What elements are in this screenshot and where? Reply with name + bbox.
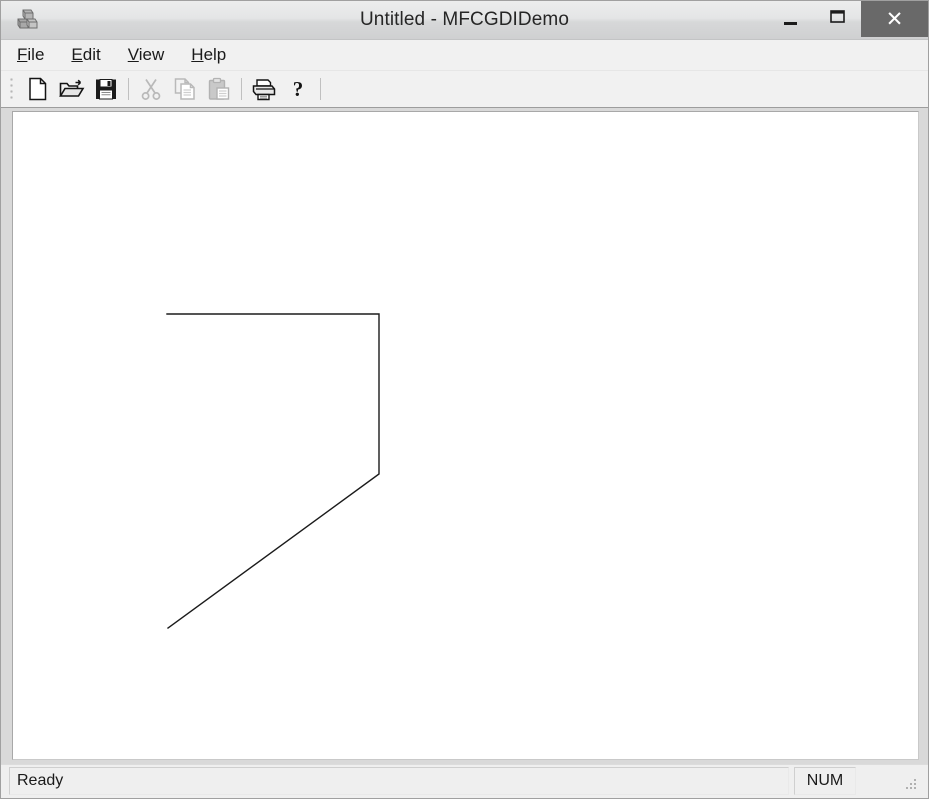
toolbar-separator-1	[128, 78, 129, 100]
menu-help-rest: elp	[203, 45, 227, 64]
copy-icon	[173, 77, 197, 101]
cut-icon	[140, 77, 162, 101]
svg-text:?: ?	[293, 77, 304, 101]
client-area	[1, 108, 928, 764]
open-icon	[59, 77, 85, 101]
status-message-pane: Ready	[9, 767, 789, 795]
menu-help-mnemonic: H	[191, 45, 204, 64]
print-icon	[251, 77, 277, 101]
about-button[interactable]: ?	[283, 74, 313, 104]
minimize-icon	[784, 21, 797, 25]
status-message: Ready	[17, 772, 64, 789]
status-bar: Ready NUM	[1, 764, 928, 798]
resize-grip[interactable]	[905, 778, 918, 791]
menu-item-help[interactable]: Help	[191, 43, 237, 67]
close-button[interactable]: ✕	[861, 1, 928, 37]
polyline-shape	[166, 313, 380, 629]
open-button[interactable]	[57, 74, 87, 104]
menu-item-edit[interactable]: Edit	[71, 43, 111, 67]
save-icon	[94, 77, 118, 101]
num-lock-indicator: NUM	[806, 772, 844, 789]
toolbar-separator-2	[241, 78, 242, 100]
menu-view-rest: iew	[138, 45, 165, 64]
print-button[interactable]	[249, 74, 279, 104]
cut-button[interactable]	[136, 74, 166, 104]
save-button[interactable]	[91, 74, 121, 104]
toolbar-grip[interactable]	[9, 76, 18, 102]
copy-button[interactable]	[170, 74, 200, 104]
window-controls: ✕	[767, 1, 928, 37]
menu-file-rest: ile	[27, 45, 45, 64]
num-lock-indicator-pane: NUM	[794, 767, 856, 795]
status-tail-pane	[860, 767, 922, 795]
title-bar[interactable]: Untitled - MFCGDIDemo ✕	[1, 1, 928, 40]
menu-bar: File Edit View Help	[1, 40, 928, 71]
drawing-canvas[interactable]	[12, 111, 919, 760]
minimize-button[interactable]	[767, 1, 814, 37]
gdi-drawing-surface	[166, 313, 380, 629]
application-window: Untitled - MFCGDIDemo ✕ File Edit View H…	[0, 0, 929, 799]
toolbar: ?	[1, 71, 928, 108]
menu-edit-rest: dit	[82, 45, 101, 64]
help-question-icon: ?	[288, 77, 308, 101]
new-button[interactable]	[23, 74, 53, 104]
paste-icon	[207, 77, 231, 101]
menu-edit-mnemonic: E	[71, 45, 83, 64]
maximize-icon	[830, 10, 845, 28]
close-icon: ✕	[885, 7, 904, 31]
menu-file-mnemonic: F	[17, 45, 28, 64]
toolbar-separator-3	[320, 78, 321, 100]
paste-button[interactable]	[204, 74, 234, 104]
menu-item-view[interactable]: View	[128, 43, 176, 67]
new-icon	[27, 77, 49, 101]
maximize-button[interactable]	[814, 1, 861, 37]
menu-view-mnemonic: V	[127, 45, 139, 64]
app-blocks-icon	[13, 6, 41, 34]
menu-item-file[interactable]: File	[17, 43, 55, 67]
